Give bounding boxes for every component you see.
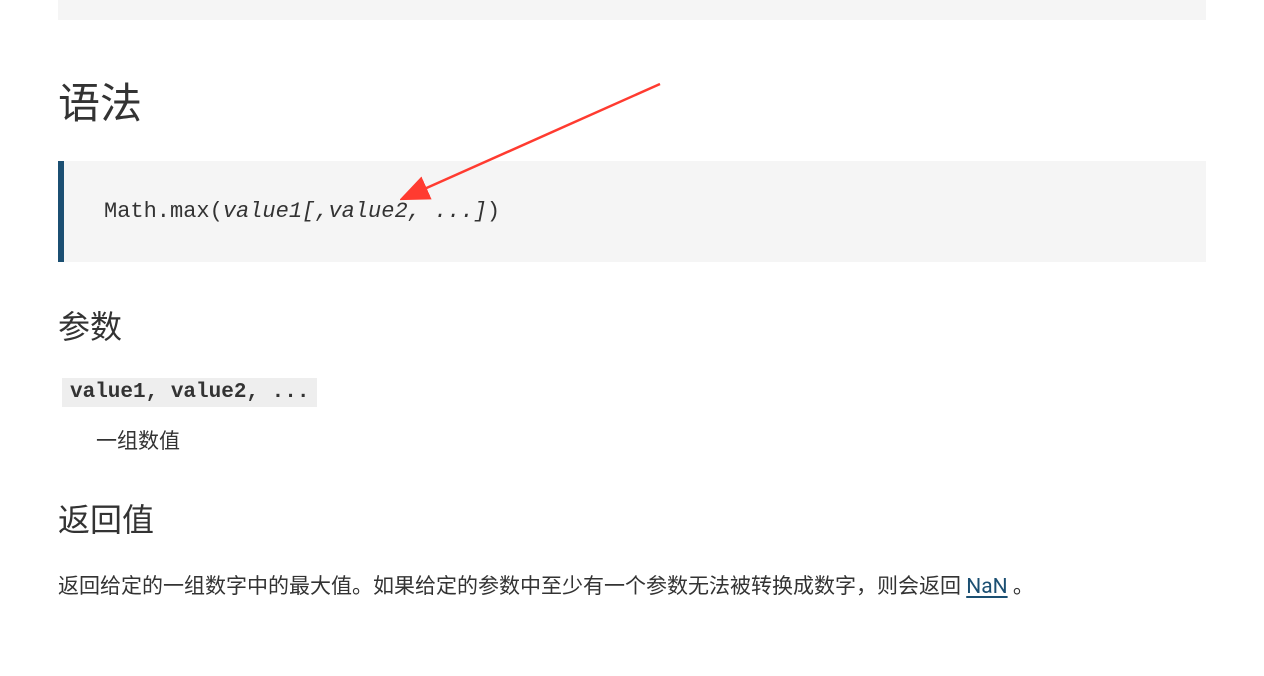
return-desc-before: 返回给定的一组数字中的最大值。如果给定的参数中至少有一个参数无法被转换成数字，则… <box>58 575 966 599</box>
top-banner-bar <box>58 0 1206 20</box>
code-suffix: ) <box>487 199 500 224</box>
code-prefix: Math.max( <box>104 199 223 224</box>
return-heading: 返回值 <box>58 495 1206 541</box>
syntax-heading: 语法 <box>58 70 1206 131</box>
nan-link[interactable]: NaN <box>966 575 1007 599</box>
document-content: 语法 Math.max(value1[,value2, ...]) 参数 val… <box>0 0 1264 605</box>
return-desc-after: 。 <box>1008 575 1034 599</box>
return-desc: 返回给定的一组数字中的最大值。如果给定的参数中至少有一个参数无法被转换成数字，则… <box>58 571 1206 605</box>
params-heading: 参数 <box>58 302 1206 348</box>
code-params: value1[,value2, ...] <box>223 199 487 224</box>
param-desc: 一组数值 <box>96 425 1206 455</box>
syntax-code-block: Math.max(value1[,value2, ...]) <box>58 161 1206 262</box>
param-name: value1, value2, ... <box>62 378 317 407</box>
